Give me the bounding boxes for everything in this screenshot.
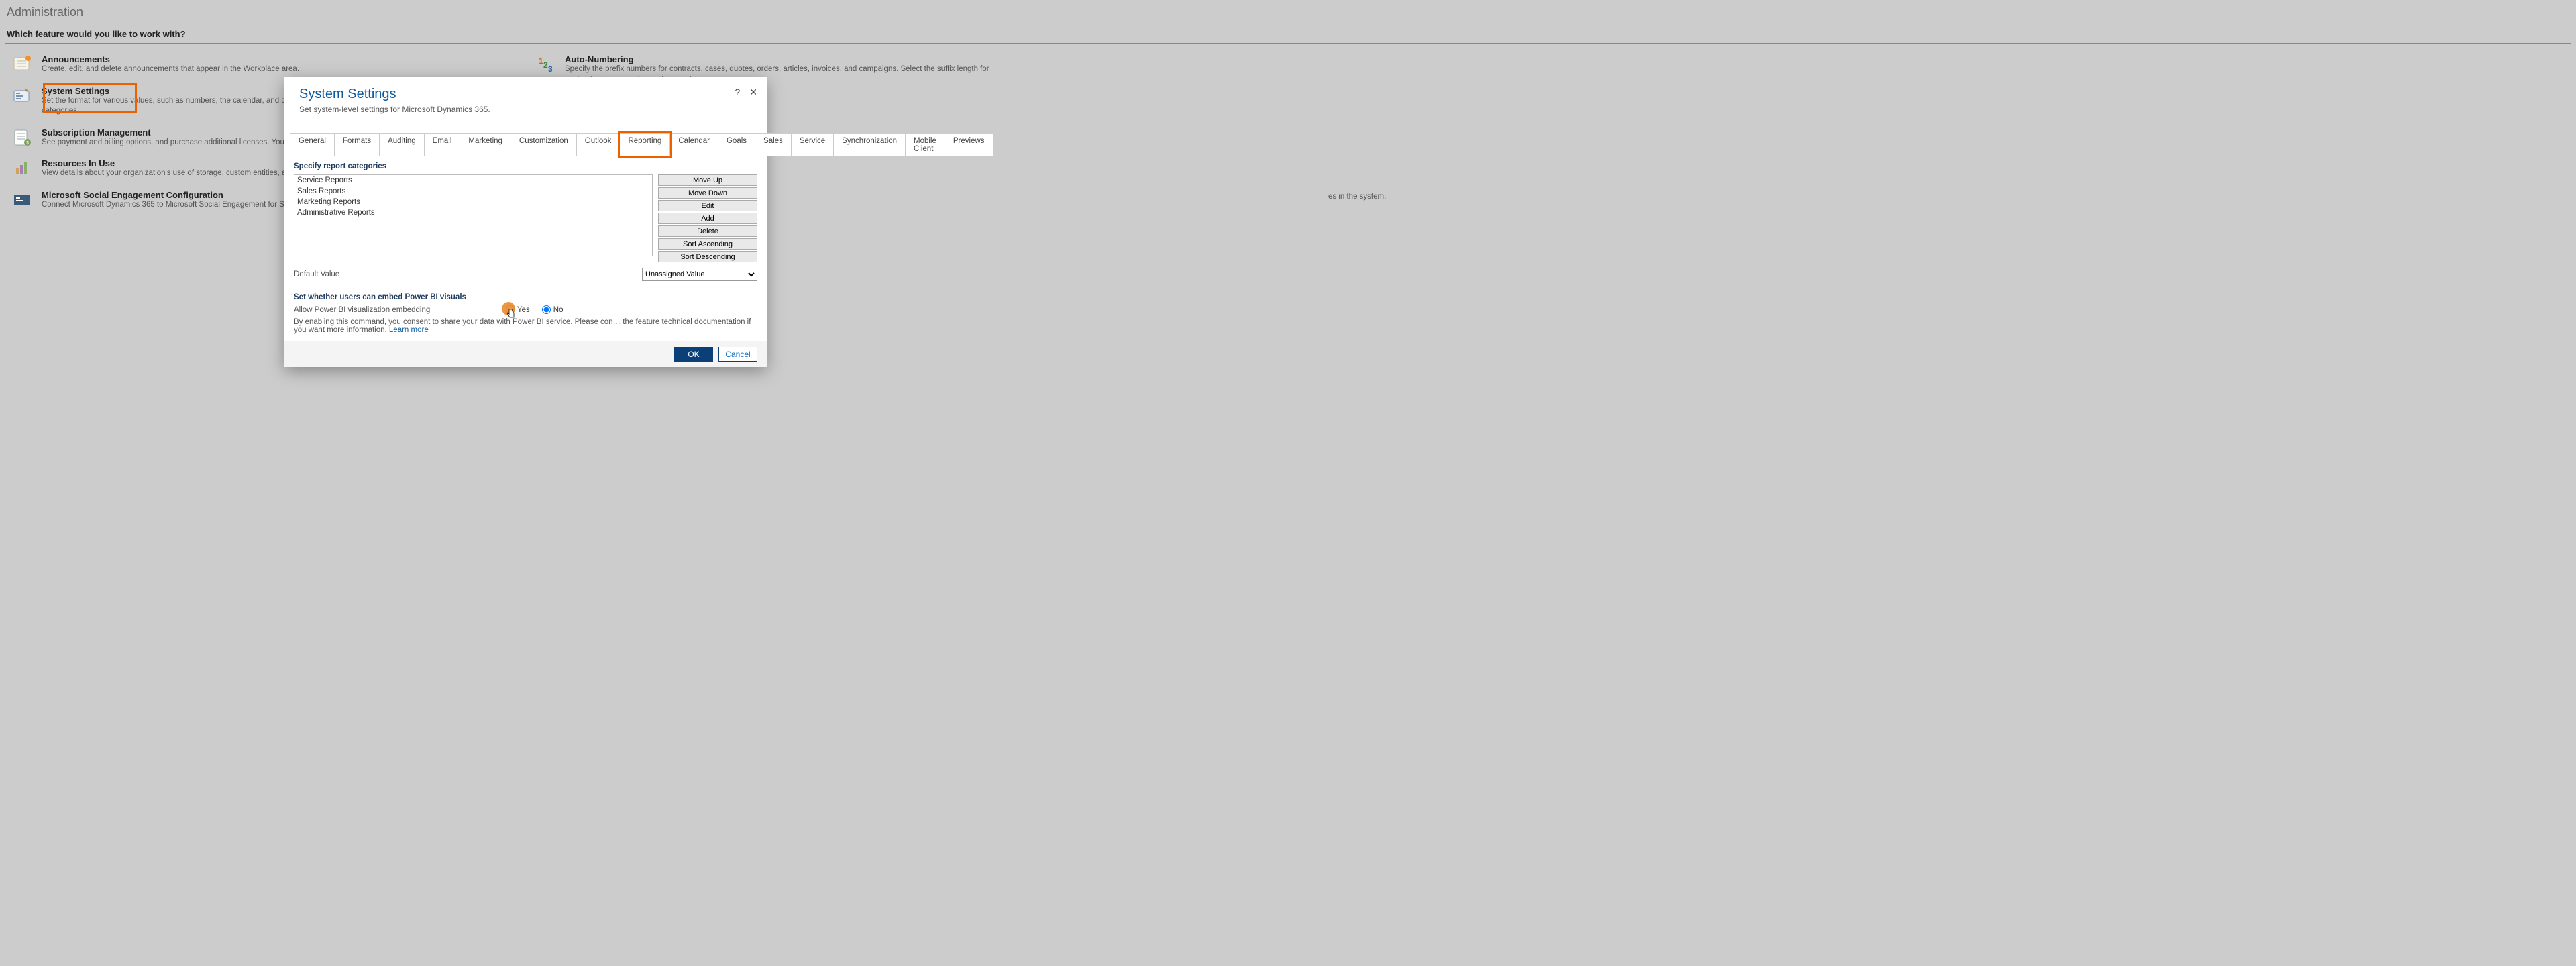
tab-previews[interactable]: Previews [945,133,994,156]
tab-general[interactable]: General [290,133,335,156]
sort-descending-button[interactable]: Sort Descending [658,251,757,262]
announcements-icon [12,54,32,74]
tab-formats[interactable]: Formats [335,133,380,156]
add-button[interactable]: Add [658,213,757,224]
svg-text:1: 1 [539,56,543,66]
resources-icon [12,158,32,178]
category-item[interactable]: Marketing Reports [294,197,652,207]
move-down-button[interactable]: Move Down [658,187,757,199]
cancel-button[interactable]: Cancel [718,347,757,362]
sort-ascending-button[interactable]: Sort Ascending [658,238,757,250]
category-item[interactable]: Administrative Reports [294,207,652,218]
powerbi-section-label: Set whether users can embed Power BI vis… [294,293,757,301]
tab-customization[interactable]: Customization [511,133,577,156]
auto-numbering-icon: 123 [535,54,555,74]
default-value-select[interactable]: Unassigned Value [642,268,757,281]
page-subhead: Which feature would you like to work wit… [7,29,2571,39]
dialog-title: System Settings [299,87,752,102]
category-item[interactable]: Sales Reports [294,186,652,197]
tab-marketing[interactable]: Marketing [460,133,511,156]
help-icon[interactable]: ? [735,87,740,98]
powerbi-yes-radio[interactable] [506,305,515,314]
report-categories-label: Specify report categories [294,162,757,170]
tab-outlook[interactable]: Outlook [577,133,621,156]
tab-auditing[interactable]: Auditing [380,133,425,156]
tab-reporting[interactable]: Reporting [620,133,670,156]
svg-text:3: 3 [548,64,553,74]
system-settings-icon [12,86,32,106]
obscured-text-fragment: es in the system. [1328,193,1386,201]
divider [5,43,2571,44]
powerbi-yes-option[interactable]: Yes [506,305,530,314]
powerbi-allow-label: Allow Power BI visualization embedding [294,306,506,314]
consent-text: By enabling this command, you consent to… [294,318,757,334]
ok-button[interactable]: OK [674,347,713,362]
tab-mobile-client[interactable]: Mobile Client [906,133,945,156]
delete-button[interactable]: Delete [658,225,757,237]
tab-sales[interactable]: Sales [755,133,792,156]
svg-text:2: 2 [543,60,548,70]
page-title: Administration [7,5,2571,19]
report-categories-list[interactable]: Service ReportsSales ReportsMarketing Re… [294,174,653,256]
category-item[interactable]: Service Reports [294,175,652,186]
feature-desc: Create, edit, and delete announcements t… [42,64,299,75]
learn-more-link[interactable]: Learn more [389,326,429,334]
powerbi-no-label: No [553,306,564,314]
tab-calendar[interactable]: Calendar [670,133,718,156]
tab-synchronization[interactable]: Synchronization [834,133,906,156]
svg-text:$: $ [26,141,29,146]
feature-title: Auto-Numbering [565,54,994,64]
close-icon[interactable]: ✕ [749,87,757,98]
dialog-subtitle: Set system-level settings for Microsoft … [299,105,752,114]
tab-email[interactable]: Email [425,133,461,156]
feature-title: Announcements [42,54,299,64]
tab-service[interactable]: Service [792,133,834,156]
tab-goals[interactable]: Goals [718,133,755,156]
feature-announcements[interactable]: Announcements Create, edit, and delete a… [5,49,522,80]
system-settings-dialog: System Settings Set system-level setting… [284,77,767,367]
powerbi-no-option[interactable]: No [542,305,564,314]
powerbi-no-radio[interactable] [542,305,551,314]
edit-button[interactable]: Edit [658,200,757,211]
subscription-icon: $ [12,127,32,148]
default-value-label: Default Value [294,270,339,278]
social-icon [12,190,32,210]
powerbi-yes-label: Yes [517,306,530,314]
dialog-tabs: GeneralFormatsAuditingEmailMarketingCust… [290,133,761,156]
move-up-button[interactable]: Move Up [658,174,757,186]
